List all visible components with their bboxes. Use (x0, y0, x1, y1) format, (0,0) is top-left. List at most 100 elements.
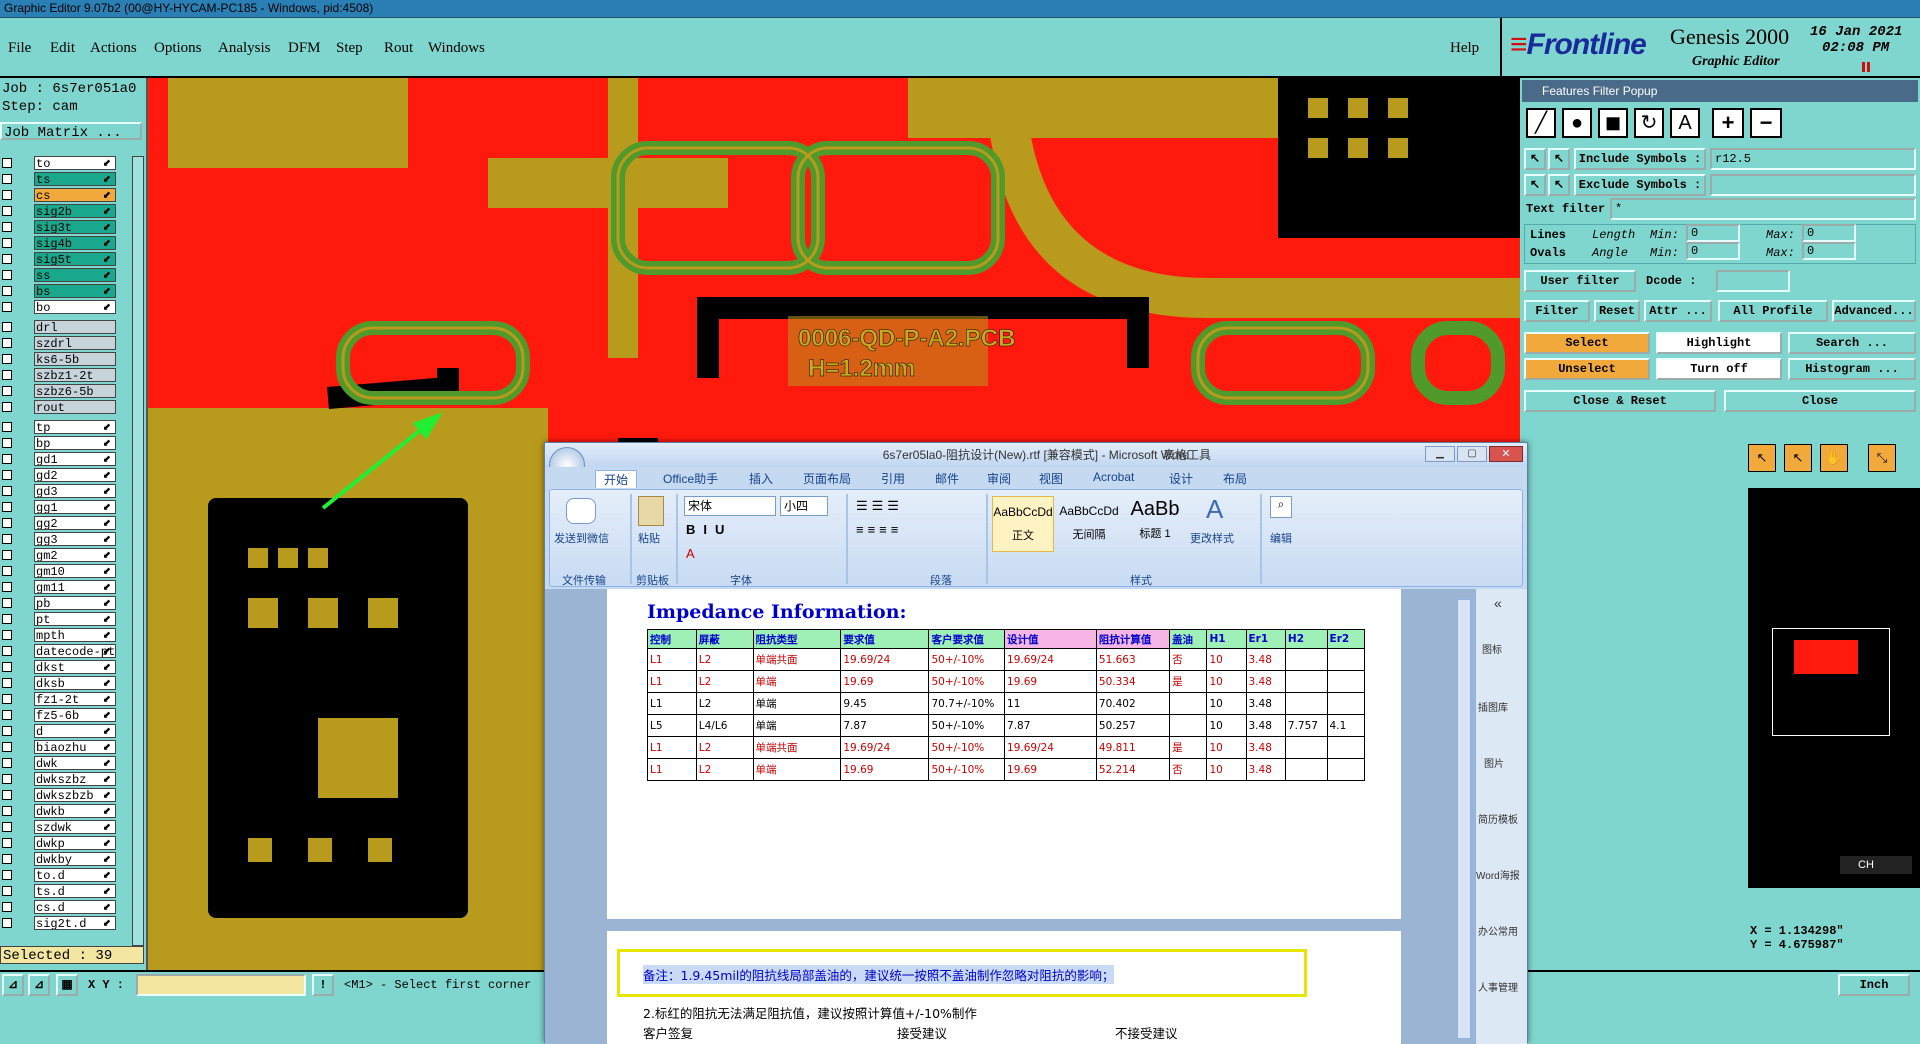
layer-name[interactable]: biaozhu ⬋ (34, 740, 116, 754)
layer-row[interactable]: bp ⬋ (2, 436, 118, 451)
layer-name[interactable]: gm10 ⬋ (34, 564, 116, 578)
font-name-select[interactable]: 宋体 (684, 496, 776, 516)
layer-row[interactable]: rout (2, 400, 118, 415)
table-cell[interactable]: L2 (695, 692, 754, 715)
layer-row[interactable]: d ⬋ (2, 724, 118, 739)
tab-view[interactable]: 视图 (1039, 470, 1063, 487)
layer-checkbox[interactable] (2, 566, 12, 576)
tab-design[interactable]: 设计 (1169, 470, 1193, 487)
units-select[interactable]: Inch (1838, 974, 1910, 996)
layer-name[interactable]: gg3 ⬋ (34, 532, 116, 546)
filter-toggle[interactable]: Filter (1524, 300, 1590, 322)
document-area[interactable]: Impedance Information: 控制 屏蔽 阻抗类型 要求值 客户要求值设… (545, 589, 1475, 1044)
layer-list-scrollbar[interactable] (132, 156, 144, 946)
side-word-poster[interactable]: Word海报 (1476, 867, 1520, 882)
layer-row[interactable]: cs ⬋ (2, 188, 118, 203)
layer-name[interactable]: gg2 ⬋ (34, 516, 116, 530)
highlight-button[interactable]: Highlight (1656, 332, 1782, 354)
table-cell[interactable]: 3.48 (1245, 692, 1286, 715)
exclude-symbols-input[interactable] (1710, 174, 1916, 196)
table-cell[interactable]: 50+/-10% (928, 736, 1006, 759)
table-cell[interactable] (1284, 758, 1328, 781)
table-cell[interactable] (1326, 736, 1366, 759)
find-icon[interactable]: ⌕ (1270, 496, 1292, 518)
table-cell[interactable]: 11 (1004, 692, 1097, 715)
table-cell[interactable]: 3.48 (1245, 736, 1286, 759)
table-cell[interactable]: L4/L6 (695, 714, 754, 737)
layer-row[interactable]: fz1-2t ⬋ (2, 692, 118, 707)
unselect-button[interactable]: Unselect (1524, 358, 1650, 380)
pan-tool-icon[interactable]: ✋ (1820, 444, 1848, 472)
style-normal[interactable]: AaBbCcDd 正文 (992, 496, 1054, 552)
table-cell[interactable]: 10 (1206, 714, 1247, 737)
menu-rout[interactable]: Rout (384, 40, 413, 57)
layer-checkbox[interactable] (2, 302, 12, 312)
table-row[interactable]: L1 L2 单端共面 19.69/24 50+/-10% 19.69/24 49.811 是 1… (647, 736, 1366, 759)
advanced-button[interactable]: Advanced... (1832, 300, 1916, 322)
table-cell[interactable]: 单端 (752, 714, 842, 737)
table-cell[interactable] (1326, 692, 1366, 715)
menu-edit[interactable]: Edit (50, 40, 75, 57)
tab-office-assistant[interactable]: Office助手 (663, 470, 718, 487)
table-cell[interactable]: 单端 (752, 670, 842, 693)
table-cell[interactable]: 50.257 (1095, 714, 1171, 737)
table-cell[interactable]: 10 (1206, 758, 1247, 781)
turn-off-button[interactable]: Turn off (1656, 358, 1782, 380)
layer-checkbox[interactable] (2, 838, 12, 848)
text-feature-icon[interactable]: A (1670, 108, 1700, 138)
layer-checkbox[interactable] (2, 742, 12, 752)
layer-name[interactable]: ks6-5b (34, 352, 116, 366)
layer-row[interactable]: ts.d ⬋ (2, 884, 118, 899)
table-cell[interactable]: 单端共面 (752, 736, 842, 759)
send-to-wechat-button[interactable]: 发送到微信 (554, 530, 609, 546)
side-images[interactable]: 图片 (1484, 755, 1504, 770)
table-cell[interactable] (1326, 670, 1366, 693)
tab-page-layout[interactable]: 页面布局 (803, 470, 851, 487)
table-row[interactable]: L1 L2 单端 19.69 50+/-10% 19.69 52.214 否 10 3.48 (647, 758, 1366, 781)
layer-row[interactable]: fz5-6b ⬋ (2, 708, 118, 723)
table-cell[interactable]: 单端共面 (752, 648, 842, 671)
layer-name[interactable]: bo ⬋ (34, 300, 116, 314)
layer-checkbox[interactable] (2, 270, 12, 280)
layer-checkbox[interactable] (2, 454, 12, 464)
layer-checkbox[interactable] (2, 486, 12, 496)
list-icons[interactable]: ☰☰☰ (856, 498, 903, 514)
layer-row[interactable]: dkst ⬋ (2, 660, 118, 675)
layer-row[interactable]: gg2 ⬋ (2, 516, 118, 531)
style-no-spacing[interactable]: AaBbCcDd 无间隔 (1058, 496, 1120, 552)
side-illustration-library[interactable]: 插图库 (1478, 699, 1508, 714)
text-filter-input[interactable]: * (1610, 198, 1916, 220)
table-cell[interactable] (1284, 736, 1328, 759)
layer-checkbox[interactable] (2, 870, 12, 880)
layer-name[interactable]: sig2t.d ⬋ (34, 916, 116, 930)
table-row[interactable]: L5 L4/L6 单端 7.87 50+/-10% 7.87 50.257 10 3.48 7.7… (647, 714, 1366, 737)
layer-checkbox[interactable] (2, 646, 12, 656)
layer-checkbox[interactable] (2, 158, 12, 168)
tab-acrobat[interactable]: Acrobat (1093, 470, 1134, 484)
layer-checkbox[interactable] (2, 678, 12, 688)
layer-row[interactable]: datecode-pt ⬋ (2, 644, 118, 659)
font-color-icon[interactable]: A (686, 546, 695, 561)
table-cell[interactable]: 50+/-10% (928, 714, 1006, 737)
layer-name[interactable]: dwkp ⬋ (34, 836, 116, 850)
table-cell[interactable]: 4.1 (1326, 714, 1366, 737)
edit-button[interactable]: 编辑 (1270, 530, 1292, 546)
table-cell[interactable]: 7.87 (1004, 714, 1097, 737)
table-cell[interactable]: 19.69/24 (840, 736, 930, 759)
layer-name[interactable]: szbz1-2t (34, 368, 116, 382)
table-cell[interactable]: 3.48 (1245, 714, 1286, 737)
layer-name[interactable]: gd2 ⬋ (34, 468, 116, 482)
layer-name[interactable]: sig4b ⬋ (34, 236, 116, 250)
layer-row[interactable]: bo ⬋ (2, 300, 118, 315)
layer-checkbox[interactable] (2, 402, 12, 412)
impedance-table[interactable]: 控制 屏蔽 阻抗类型 要求值 客户要求值 设计值 阻抗计算值 盖油 H1 Er1 H2 Er2 L1 L… (647, 629, 1366, 781)
document-scrollbar[interactable] (1457, 599, 1471, 1039)
table-cell[interactable]: 49.811 (1095, 736, 1171, 759)
tab-insert[interactable]: 插入 (749, 470, 773, 487)
paste-button[interactable]: 粘贴 (638, 530, 660, 546)
job-matrix-button[interactable]: Job Matrix ... (0, 122, 142, 141)
layer-row[interactable]: gm10 ⬋ (2, 564, 118, 579)
table-cell[interactable]: L1 (647, 758, 697, 781)
grid-icon[interactable]: ▦ (56, 974, 78, 996)
exclude-symbols-button[interactable]: Exclude Symbols : (1574, 174, 1706, 196)
